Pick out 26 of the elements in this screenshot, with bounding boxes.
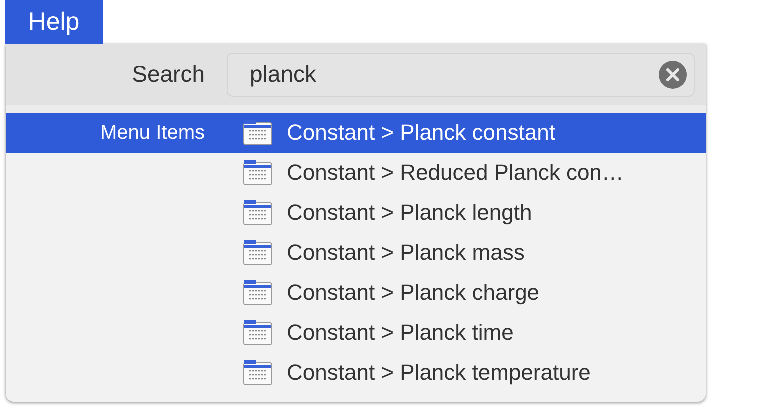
result-item[interactable]: Menu Items Constant > Planck constant xyxy=(6,113,706,153)
result-label: Constant > Reduced Planck con… xyxy=(287,160,624,186)
window-icon xyxy=(243,360,273,386)
result-item[interactable]: Constant > Reduced Planck con… xyxy=(6,153,706,193)
result-item[interactable]: Constant > Planck length xyxy=(6,193,706,233)
result-label: Constant > Planck length xyxy=(287,200,532,226)
clear-icon[interactable] xyxy=(659,60,687,88)
window-icon xyxy=(243,200,273,226)
window-icon xyxy=(243,280,273,306)
section-label: Menu Items xyxy=(100,122,205,144)
search-label: Search xyxy=(131,61,205,88)
result-label: Constant > Planck temperature xyxy=(287,360,591,386)
window-icon xyxy=(243,160,273,186)
window-icon xyxy=(243,320,273,346)
window-icon xyxy=(243,240,273,266)
result-item[interactable]: Constant > Planck temperature xyxy=(6,353,706,393)
result-label: Constant > Planck constant xyxy=(287,120,556,146)
result-label: Constant > Planck charge xyxy=(287,280,540,306)
result-item[interactable]: Constant > Planck charge xyxy=(6,273,706,313)
result-item[interactable]: Constant > Planck mass xyxy=(6,233,706,273)
result-label: Constant > Planck mass xyxy=(287,240,525,266)
window-icon xyxy=(243,120,273,146)
result-label: Constant > Planck time xyxy=(287,320,514,346)
search-field[interactable]: planck xyxy=(227,52,695,96)
result-item[interactable]: Constant > Planck time xyxy=(6,313,706,353)
help-menu[interactable]: Help xyxy=(5,0,103,44)
